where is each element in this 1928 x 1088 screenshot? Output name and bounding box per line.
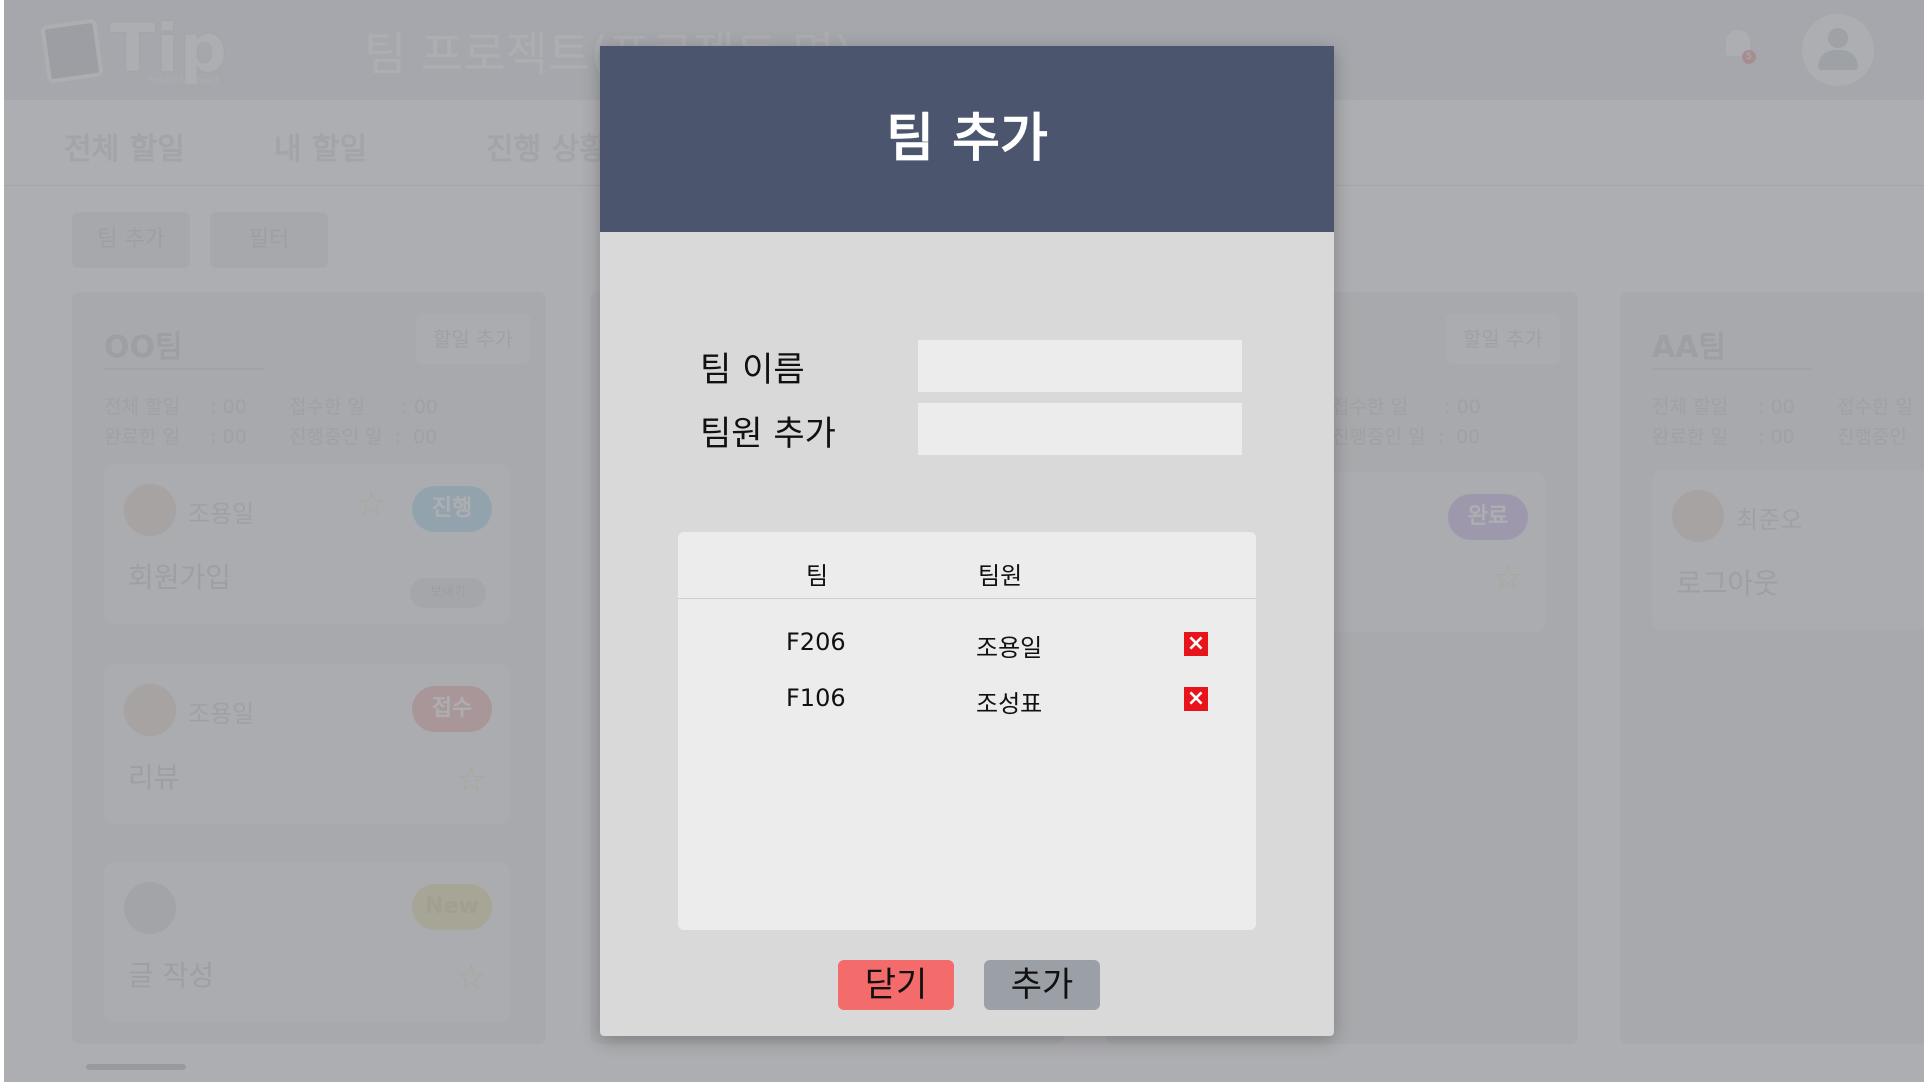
delete-row-icon[interactable]: × bbox=[1184, 632, 1208, 656]
add-button[interactable]: 추가 bbox=[984, 960, 1100, 1010]
delete-row-icon[interactable]: × bbox=[1184, 687, 1208, 711]
row-team-cell: F206 bbox=[786, 628, 846, 656]
close-button[interactable]: 닫기 bbox=[838, 960, 954, 1010]
member-add-label: 팀원 추가 bbox=[700, 414, 836, 454]
row-team-cell: F106 bbox=[786, 684, 846, 712]
team-name-label: 팀 이름 bbox=[700, 350, 805, 390]
team-member-table: 팀 팀원 F206 조용일 × F106 조성표 × bbox=[678, 532, 1256, 930]
app-frame: Tip Todolist to Project 팀 프로젝트(프로젝트 명) 5… bbox=[4, 0, 1924, 1082]
table-header-team: 팀 bbox=[806, 562, 829, 590]
add-team-modal: 팀 추가 팀 이름 팀원 추가 팀 팀원 F206 조용일 × F106 조성표… bbox=[600, 46, 1334, 1036]
team-name-input[interactable] bbox=[918, 340, 1242, 392]
table-header-member: 팀원 bbox=[978, 562, 1023, 590]
modal-header: 팀 추가 bbox=[600, 46, 1334, 232]
row-member-cell: 조성표 bbox=[976, 690, 1043, 718]
row-member-cell: 조용일 bbox=[976, 634, 1043, 662]
table-header-divider bbox=[678, 598, 1256, 599]
member-add-input[interactable] bbox=[918, 403, 1242, 455]
modal-title: 팀 추가 bbox=[886, 109, 1048, 169]
